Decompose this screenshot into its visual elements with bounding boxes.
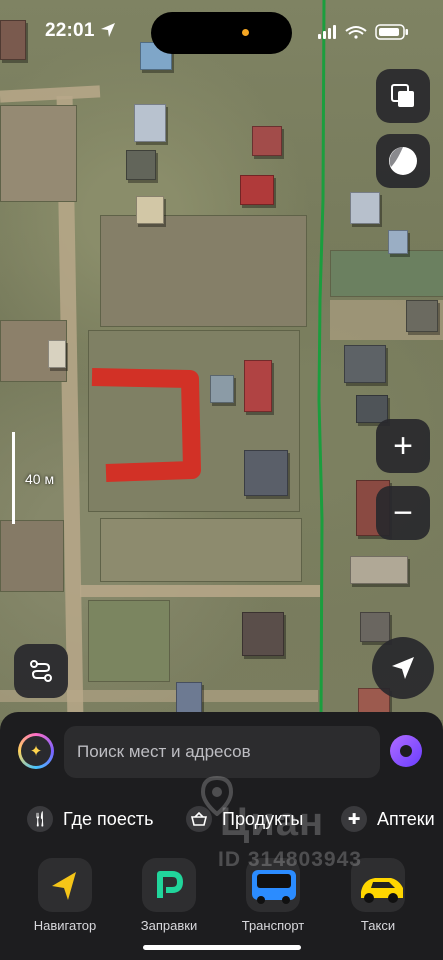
layers-button[interactable]: [376, 69, 430, 123]
sparkle-icon: ✦: [21, 736, 51, 766]
locate-icon: [392, 657, 414, 679]
fuel-icon: [142, 858, 196, 912]
fork-knife-icon: 🍴︎: [27, 806, 53, 832]
status-bar: 22:01: [0, 0, 443, 62]
map-track: [80, 585, 320, 597]
home-indicator[interactable]: [143, 945, 301, 950]
route-line: [317, 0, 326, 720]
route-icon: [30, 660, 52, 682]
map-building: [210, 375, 234, 403]
watermark-id: ID 314803943: [218, 848, 362, 871]
map-building: [244, 450, 288, 496]
map-building: [240, 175, 274, 205]
map-field: [88, 600, 170, 682]
map-building: [388, 230, 408, 254]
category-food[interactable]: 🍴︎ Где поесть: [27, 804, 153, 834]
map-building: [356, 395, 388, 423]
land-plot-outline: [91, 368, 201, 482]
map-building: [176, 682, 202, 714]
map-building: [134, 104, 166, 142]
zoom-in-button[interactable]: +: [376, 419, 430, 473]
map-field: [100, 518, 302, 582]
map-field: [0, 520, 64, 592]
wifi-icon: [345, 26, 367, 39]
category-label: Аптеки: [377, 808, 435, 829]
navigator-icon: [38, 858, 92, 912]
battery-icon: [375, 24, 408, 40]
location-arrow-icon: [101, 23, 115, 37]
my-location-button[interactable]: [372, 637, 434, 699]
map-view[interactable]: 22:01 + − 40 м: [0, 0, 443, 720]
category-label: Где поесть: [63, 808, 154, 829]
zoom-out-button[interactable]: −: [376, 486, 430, 540]
map-scale-label: 40 м: [25, 471, 55, 487]
category-pharmacy[interactable]: ✚ Аптеки: [341, 804, 435, 834]
alice-voice-button[interactable]: [388, 733, 424, 769]
dynamic-island: [151, 12, 292, 54]
app-navigator[interactable]: Навигатор: [21, 858, 109, 938]
map-building: [136, 196, 164, 224]
theme-icon: [389, 147, 417, 175]
app-label: Транспорт: [241, 918, 305, 933]
app-label: Навигатор: [33, 918, 97, 933]
map-field: [0, 105, 77, 202]
search-placeholder: Поиск мест и адресов: [77, 742, 251, 761]
map-building: [360, 612, 390, 642]
theme-toggle-button[interactable]: [376, 134, 430, 188]
search-input[interactable]: Поиск мест и адресов: [64, 726, 380, 778]
map-scale-bar: [12, 432, 15, 524]
recording-indicator: [242, 29, 249, 36]
map-building: [48, 340, 66, 368]
route-button[interactable]: [14, 644, 68, 698]
assistant-avatar-button[interactable]: ✦: [18, 733, 54, 769]
map-building: [350, 556, 408, 584]
cross-icon: ✚: [341, 806, 367, 832]
map-field: [100, 215, 307, 327]
clock: 22:01: [45, 20, 95, 41]
plus-icon: +: [393, 427, 413, 465]
app-fuel[interactable]: Заправки: [125, 858, 213, 938]
alice-icon: [390, 735, 422, 767]
map-building: [252, 126, 282, 156]
map-building: [242, 612, 284, 656]
map-field: [330, 250, 443, 297]
app-label: Такси: [360, 918, 396, 933]
map-track: [0, 85, 101, 103]
layers-icon: [391, 84, 414, 107]
map-building: [344, 345, 386, 383]
app-label: Заправки: [140, 918, 198, 933]
watermark-brand: Циан: [220, 800, 325, 844]
map-building: [350, 192, 380, 224]
system-status-icons: [318, 24, 408, 40]
map-building: [126, 150, 156, 180]
minus-icon: −: [393, 494, 413, 532]
map-building: [406, 300, 438, 332]
signal-icon: [318, 25, 336, 39]
map-building: [244, 360, 272, 412]
